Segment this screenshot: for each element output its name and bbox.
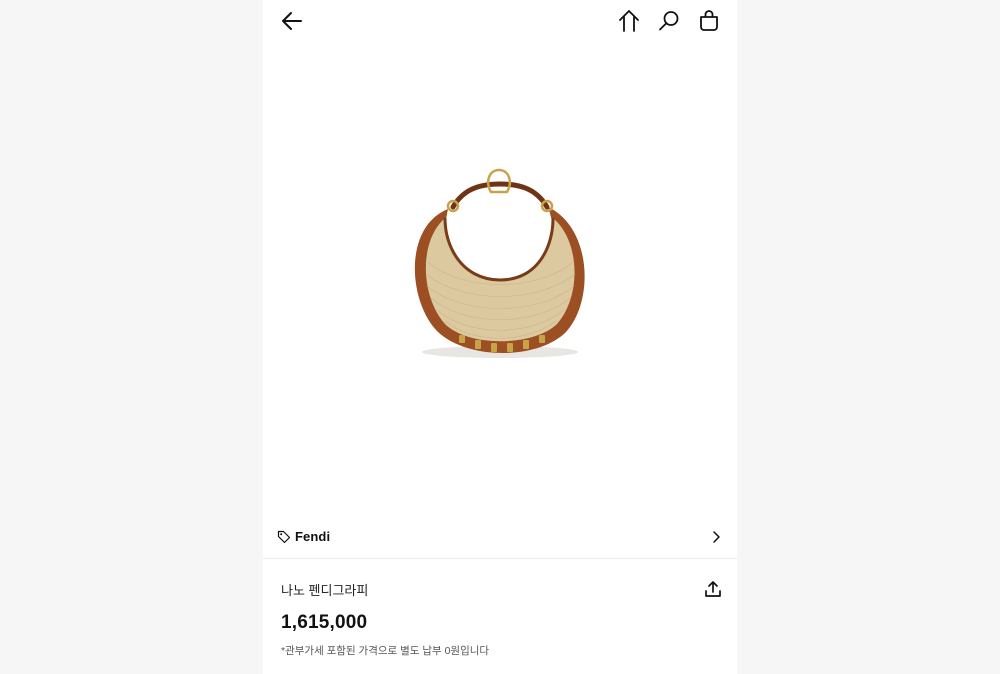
product-image[interactable]: [263, 42, 737, 516]
home-icon: [619, 10, 639, 32]
product-name: 나노 펜디그라피: [281, 583, 369, 598]
share-button[interactable]: [699, 575, 727, 603]
product-price: 1,615,000: [281, 612, 368, 633]
tag-icon: [277, 530, 291, 544]
home-button[interactable]: [615, 7, 643, 35]
chevron-right-icon: [713, 531, 720, 543]
brand-link-row[interactable]: Fendi: [263, 520, 737, 559]
top-navigation-bar: [263, 0, 737, 42]
product-photo-handbag: [414, 168, 585, 358]
arrow-left-icon: [282, 12, 302, 30]
tax-note: *관부가세 포함된 가격으로 별도 납부 0원입니다: [281, 645, 490, 657]
back-button[interactable]: [278, 7, 306, 35]
share-icon: [705, 581, 721, 597]
search-icon: [659, 11, 679, 31]
search-button[interactable]: [655, 7, 683, 35]
shopping-bag-icon: [700, 10, 718, 31]
shopping-bag-button[interactable]: [695, 7, 723, 35]
product-page: Fendi 나노 펜디그라피 1,615,000 *관부가세 포함된 가격으로 …: [263, 0, 737, 674]
brand-name: Fendi: [295, 529, 331, 544]
